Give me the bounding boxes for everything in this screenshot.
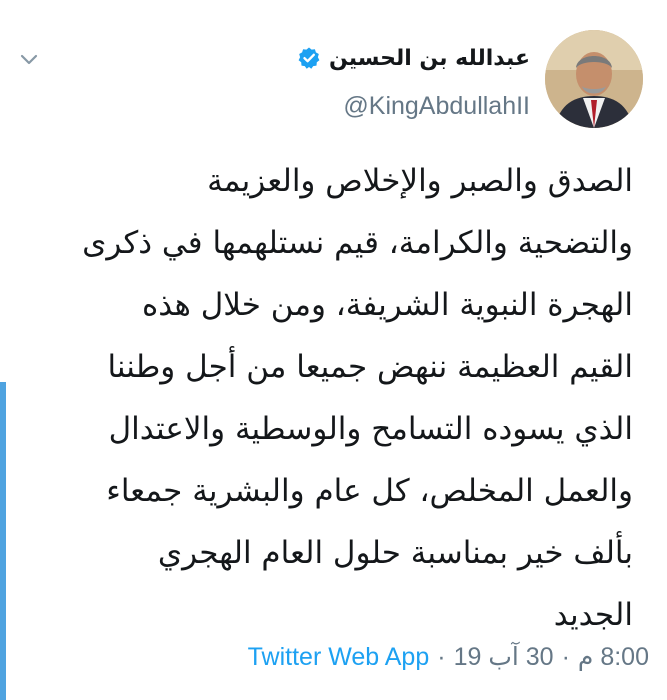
tweet-line: والعمل المخلص، كل عام والبشرية جمعاء [106,473,633,509]
user-handle[interactable]: @KingAbdullahII [343,92,530,121]
tweet-line: القيم العظيمة ننهض جميعا من أجل وطننا [107,349,633,385]
tweet-meta: Twitter Web App · 30 آب 19 · 8:00 م [248,640,649,674]
source-link[interactable]: Twitter Web App [248,643,430,672]
meta-separator: · [561,642,570,671]
tweet-line: الهجرة النبوية الشريفة، ومن خلال هذه [142,287,633,323]
tweet-line: الجديد [553,597,633,633]
avatar[interactable] [545,30,643,128]
tweet-line: الصدق والصبر والإخلاص والعزيمة [207,163,633,199]
user-name-row: عبدالله بن الحسين [297,40,530,76]
tweet-line: بألف خير بمناسبة حلول العام الهجري [157,535,633,571]
thread-accent-bar [0,382,6,700]
tweet-date[interactable]: 30 آب 19 [454,642,554,672]
meta-separator: · [437,642,446,671]
tweet-line: الذي يسوده التسامح والوسطية والاعتدال [108,411,633,447]
tweet-line: والتضحية والكرامة، قيم نستلهمها في ذكرى [82,225,633,261]
tweet-time[interactable]: 8:00 م [578,642,649,672]
display-name[interactable]: عبدالله بن الحسين [329,46,530,71]
avatar-photo [545,30,643,128]
chevron-down-icon[interactable] [18,48,40,70]
verified-badge-icon [298,47,320,69]
tweet-text: الصدق والصبر والإخلاص والعزيمة والتضحية … [23,150,633,646]
